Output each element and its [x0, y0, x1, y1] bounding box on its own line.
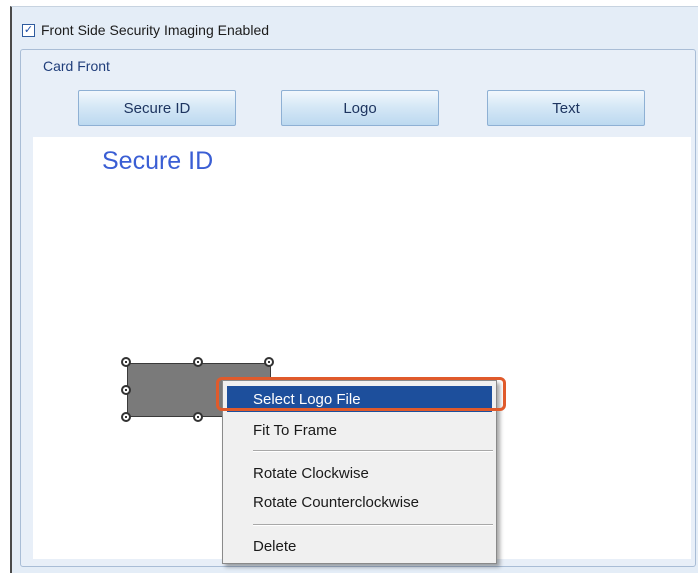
- menu-item-label: Rotate Counterclockwise: [253, 493, 419, 511]
- resize-handle-top-left[interactable]: [121, 357, 131, 367]
- resize-handle-left[interactable]: [121, 385, 131, 395]
- resize-handle-top-right[interactable]: [264, 357, 274, 367]
- resize-handle-bottom[interactable]: [193, 412, 203, 422]
- menu-item-rotate-clockwise[interactable]: Rotate Clockwise: [227, 460, 492, 486]
- menu-item-fit-to-frame[interactable]: Fit To Frame: [227, 417, 492, 443]
- menu-item-label: Delete: [253, 537, 297, 555]
- logo-button[interactable]: Logo: [281, 90, 439, 126]
- security-imaging-label: Front Side Security Imaging Enabled: [41, 22, 270, 38]
- secure-id-button[interactable]: Secure ID: [78, 90, 236, 126]
- menu-separator: [253, 524, 493, 526]
- secure-id-text-element[interactable]: Secure ID: [102, 147, 213, 176]
- security-imaging-checkbox[interactable]: ✓: [22, 23, 35, 37]
- menu-item-rotate-counterclockwise[interactable]: Rotate Counterclockwise: [227, 489, 492, 515]
- resize-handle-top[interactable]: [193, 357, 203, 367]
- highlight-outline: [216, 377, 506, 411]
- card-front-label: Card Front: [43, 58, 110, 74]
- menu-item-label: Rotate Clockwise: [253, 464, 369, 482]
- menu-item-delete[interactable]: Delete: [227, 533, 492, 559]
- resize-handle-bottom-left[interactable]: [121, 412, 131, 422]
- text-button[interactable]: Text: [487, 90, 645, 126]
- menu-item-label: Fit To Frame: [253, 421, 337, 439]
- security-imaging-option[interactable]: ✓ Front Side Security Imaging Enabled: [22, 18, 269, 42]
- menu-separator: [253, 450, 493, 452]
